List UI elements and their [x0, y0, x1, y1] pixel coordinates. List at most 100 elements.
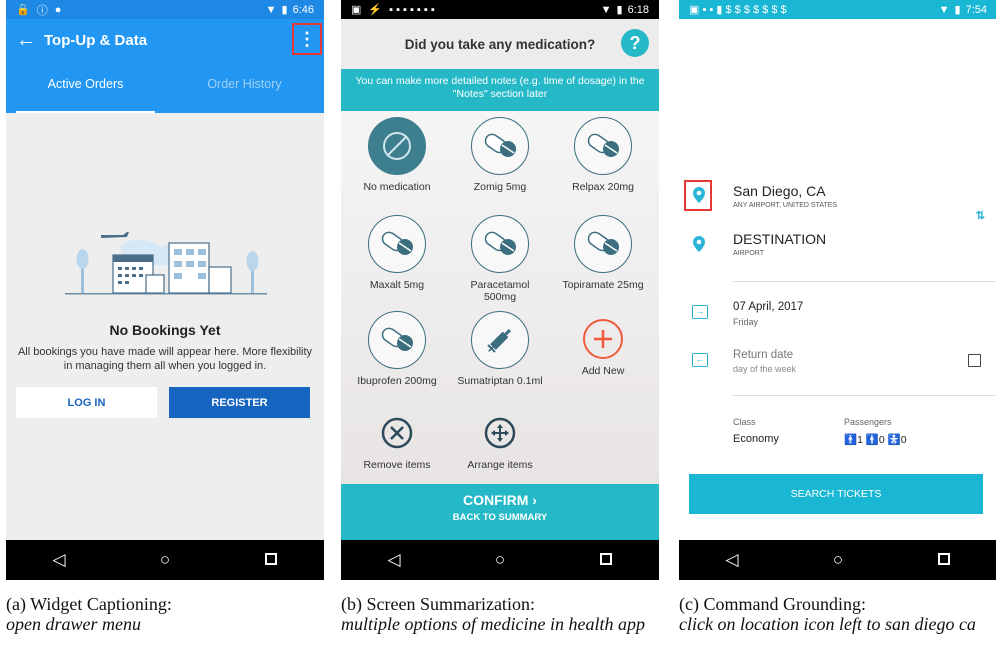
- confirm-label: CONFIRM ›: [463, 492, 537, 508]
- add-new-label: Add New: [581, 365, 625, 377]
- confirm-button[interactable]: CONFIRM › BACK TO SUMMARY: [341, 484, 659, 540]
- more-vertical-icon[interactable]: ⋮: [292, 23, 322, 55]
- caption-a-text: open drawer menu: [6, 614, 141, 634]
- back-arrow-icon[interactable]: ←: [16, 29, 44, 52]
- origin-location-icon[interactable]: [693, 187, 705, 203]
- lock-icon: 🔒: [16, 4, 30, 16]
- notification-icons: ▪ ▪ ▪ ▪ ▪ ▪ ▪: [389, 3, 435, 16]
- system-nav-bar: ◁ ○: [341, 540, 659, 580]
- page-title: Did you take any medication?: [404, 36, 596, 52]
- status-bar: ▣ ▪ ▪ ▮ $ $ $ $ $ $ $ ▼ ▮ 7:54: [679, 0, 996, 19]
- flash-icon: ⚡: [368, 4, 383, 16]
- login-button[interactable]: LOG IN: [16, 387, 157, 418]
- caption-c-text: click on location icon left to san diego…: [679, 614, 976, 634]
- medication-item-relpax[interactable]: Relpax 20mg: [551, 117, 655, 193]
- status-time: 6:18: [627, 3, 649, 16]
- caption-c-title: (c) Command Grounding:: [679, 594, 866, 614]
- nav-back-icon[interactable]: ◁: [374, 550, 414, 570]
- empty-bookings-illustration: [65, 232, 267, 295]
- nav-home-icon[interactable]: ○: [818, 550, 858, 570]
- phone-c-screen: ▣ ▪ ▪ ▮ $ $ $ $ $ $ $ ▼ ▮ 7:54 San Diego…: [679, 0, 996, 580]
- destination-location-icon[interactable]: [693, 236, 705, 252]
- pill-icon: [574, 117, 632, 175]
- caption-b-text: multiple options of medicine in health a…: [341, 614, 645, 634]
- nav-recents-icon[interactable]: [586, 550, 626, 570]
- swap-icon[interactable]: ⇅: [976, 209, 985, 222]
- nav-recents-icon[interactable]: [924, 550, 964, 570]
- toolbar: ← Top-Up & Data ⋮: [6, 19, 324, 61]
- phone-a-screen: 🔒 ⓘ ● ▼ ▮ 6:46 ← Top-Up & Data ⋮ Active …: [6, 0, 324, 580]
- return-date-icon: ←: [692, 353, 708, 367]
- wifi-icon: ▼: [938, 3, 950, 16]
- syringe-icon: [471, 311, 529, 369]
- class-label: Class: [733, 417, 756, 427]
- arrange-icon: [480, 413, 520, 453]
- medication-label: No medication: [363, 181, 431, 193]
- medication-item-no-medication[interactable]: No medication: [345, 117, 449, 193]
- arrange-items-button[interactable]: Arrange items: [448, 407, 552, 471]
- origin-city[interactable]: San Diego, CA: [733, 183, 826, 199]
- pill-icon: [368, 215, 426, 273]
- medication-item-ibuprofen[interactable]: Ibuprofen 200mg: [345, 311, 449, 387]
- medication-item-topiramate[interactable]: Topiramate 25mg: [551, 215, 655, 291]
- info-icon: ⓘ: [36, 4, 48, 17]
- remove-icon: [377, 413, 417, 453]
- nav-back-icon[interactable]: ◁: [39, 550, 79, 570]
- depart-day: Friday: [733, 317, 759, 327]
- depart-date[interactable]: 07 April, 2017: [733, 301, 803, 313]
- medication-label: Topiramate 25mg: [562, 279, 644, 291]
- destination-city[interactable]: DESTINATION: [733, 231, 826, 247]
- medication-label: Paracetamol 500mg: [470, 279, 530, 303]
- nav-home-icon[interactable]: ○: [145, 550, 185, 570]
- nav-back-icon[interactable]: ◁: [712, 550, 752, 570]
- tab-order-history[interactable]: Order History: [165, 61, 324, 113]
- caption-a: (a) Widget Captioning: open drawer menu: [6, 594, 324, 634]
- notification-icons: ▣ ▪ ▪ ▮ $ $ $ $ $ $ $: [689, 4, 787, 16]
- add-new-button[interactable]: Add New: [551, 311, 655, 377]
- passengers-value[interactable]: 🚹1 🚹0 🚼0: [844, 433, 907, 446]
- help-icon[interactable]: ?: [621, 29, 649, 57]
- wifi-icon: ▼: [600, 3, 612, 16]
- depart-date-icon: →: [692, 305, 708, 319]
- system-nav-bar: ◁ ○: [6, 540, 324, 580]
- remove-items-button[interactable]: Remove items: [345, 407, 449, 471]
- caption-c: (c) Command Grounding: click on location…: [679, 594, 993, 634]
- destination-airport: AIRPORT: [733, 250, 764, 257]
- chevron-right-icon: ›: [532, 492, 537, 508]
- divider: [733, 395, 996, 396]
- empty-state-title: No Bookings Yet: [109, 322, 221, 338]
- medication-item-maxalt[interactable]: Maxalt 5mg: [345, 215, 449, 291]
- wifi-icon: ▼: [265, 3, 277, 16]
- medication-label: Sumatriptan 0.1ml: [457, 375, 543, 387]
- arrange-items-label: Arrange items: [467, 459, 533, 471]
- battery-icon: ▮: [281, 4, 288, 16]
- passengers-label: Passengers: [844, 417, 892, 427]
- search-tickets-button[interactable]: SEARCH TICKETS: [689, 474, 983, 514]
- battery-icon: ▮: [954, 4, 961, 16]
- remove-items-label: Remove items: [363, 459, 431, 471]
- empty-state-text: All bookings you have made will appear h…: [17, 346, 313, 372]
- medication-item-zomig[interactable]: Zomig 5mg: [448, 117, 552, 193]
- class-value[interactable]: Economy: [733, 433, 779, 445]
- medication-item-sumatriptan[interactable]: Sumatriptan 0.1ml: [448, 311, 552, 387]
- nav-home-icon[interactable]: ○: [480, 550, 520, 570]
- message-icon: ▣: [351, 4, 362, 16]
- medication-label: Zomig 5mg: [473, 181, 527, 193]
- nav-recents-icon[interactable]: [251, 550, 291, 570]
- divider: [733, 281, 996, 282]
- pill-icon: [471, 117, 529, 175]
- return-date[interactable]: Return date: [733, 349, 793, 361]
- return-date-checkbox[interactable]: [968, 354, 981, 367]
- system-nav-bar: ◁ ○: [679, 540, 996, 580]
- return-day: day of the week: [733, 364, 797, 374]
- medication-item-paracetamol[interactable]: Paracetamol 500mg: [448, 215, 552, 303]
- register-button[interactable]: REGISTER: [169, 387, 310, 418]
- status-bar: ▣ ⚡ ▪ ▪ ▪ ▪ ▪ ▪ ▪ ▼ ▮ 6:18: [341, 0, 659, 19]
- tab-active-orders[interactable]: Active Orders: [6, 61, 165, 113]
- info-banner: You can make more detailed notes (e.g. t…: [341, 69, 659, 111]
- status-time: 7:54: [965, 3, 987, 16]
- medication-label: Relpax 20mg: [572, 181, 634, 193]
- phone-b-screen: ▣ ⚡ ▪ ▪ ▪ ▪ ▪ ▪ ▪ ▼ ▮ 6:18 Did you take …: [341, 0, 659, 580]
- caption-b: (b) Screen Summarization: multiple optio…: [341, 594, 661, 634]
- pill-icon: [574, 215, 632, 273]
